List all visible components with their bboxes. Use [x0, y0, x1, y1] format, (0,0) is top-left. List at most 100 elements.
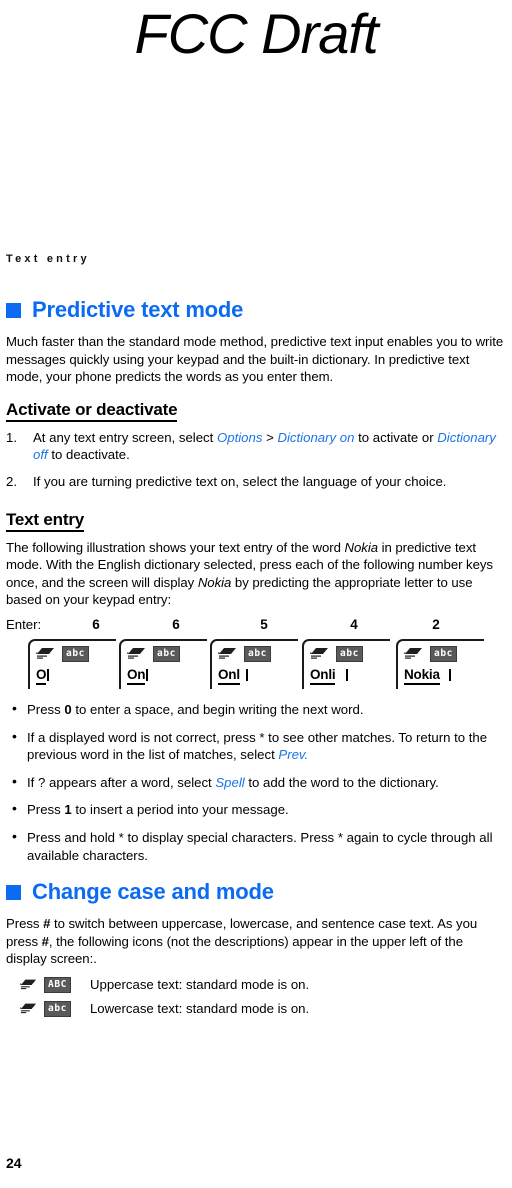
keypress-number: 6	[172, 616, 180, 632]
case-mode-badge: abc	[244, 645, 271, 662]
running-header: Text entry	[6, 253, 90, 265]
predictive-pencil-icon	[310, 647, 329, 660]
square-bullet-icon	[6, 884, 21, 900]
keypress-number: 4	[350, 616, 358, 632]
mode-description: Uppercase text: standard mode is on.	[89, 977, 310, 993]
subsection-activate-or-deactivate: Activate or deactivate 1. At any text ent…	[6, 400, 506, 491]
text-run: to display special characters. Press	[123, 829, 338, 845]
text-run: >	[262, 429, 278, 445]
phone-screen-panel: abc Nokia	[396, 638, 484, 689]
page-content: Text entry Predictive text mode Much fas…	[6, 252, 506, 1024]
mode-legend-row: abc Lowercase text: standard mode is on.	[6, 1000, 506, 1018]
screen-status-icons: abc	[127, 645, 180, 662]
phone-screen-panel: abc Onl	[210, 638, 298, 689]
text-entry-bullet-list: • Press 0 to enter a space, and begin wri…	[6, 699, 506, 864]
case-mode-badge: ABC	[44, 976, 71, 993]
step-number: 2.	[6, 473, 17, 489]
bullet-text: Press 0 to enter a space, and begin writ…	[27, 702, 364, 717]
text-run: to activate or	[354, 429, 438, 445]
ui-label: Spell	[215, 774, 245, 790]
bullet-text: Press and hold * to display special char…	[27, 830, 493, 863]
screen-entered-text: O	[36, 667, 47, 685]
text-run: Press and hold	[27, 829, 119, 845]
keypress-number: 5	[260, 616, 268, 632]
mode-legend-list: ABC Uppercase text: standard mode is on. a…	[6, 976, 506, 1018]
key-label: 0	[64, 701, 72, 717]
bullet-item: • Press 1 to insert a period into your me…	[6, 800, 506, 819]
text-run: to add the word to the dictionary.	[244, 774, 439, 790]
case-mode-badge: abc	[430, 645, 457, 662]
bullet-marker: •	[12, 699, 17, 716]
text-cursor	[46, 668, 49, 681]
change-case-intro-paragraph: Press # to switch between uppercase, low…	[6, 915, 506, 968]
text-run: If ? appears after a word, select	[27, 774, 216, 790]
case-mode-badge: abc	[62, 645, 89, 662]
key-label: 1	[64, 802, 72, 818]
text-run: Press	[27, 701, 65, 717]
activate-steps-list: 1. At any text entry screen, select Optio…	[6, 429, 506, 491]
page-number: 24	[6, 1155, 22, 1171]
predictive-pencil-icon	[404, 647, 423, 660]
text-run: to deactivate.	[47, 447, 130, 463]
text-run: Press	[27, 802, 65, 818]
predictive-intro-paragraph: Much faster than the standard mode metho…	[6, 334, 504, 385]
bullet-marker: •	[12, 772, 17, 789]
bullet-item: • If ? appears after a word, select Spell…	[6, 772, 506, 792]
predictive-pencil-icon	[218, 647, 237, 660]
predictive-pencil-icon	[127, 647, 146, 660]
bullet-text: If a displayed word is not correct, pres…	[27, 730, 487, 763]
section-heading-label: Change case and mode	[32, 879, 274, 905]
section-heading-label: Predictive text mode	[32, 297, 244, 322]
keypress-number: 6	[92, 616, 100, 632]
draft-watermark: FCC Draft	[134, 2, 379, 65]
case-mode-badge: abc	[336, 645, 363, 662]
bullet-item: • Press and hold * to display special cha…	[6, 827, 506, 864]
screen-status-icons: abc	[310, 645, 363, 662]
text-entry-intro-paragraph: The following illustration shows your te…	[6, 539, 506, 609]
bullet-text: Press 1 to insert a period into your mes…	[27, 802, 289, 817]
numbered-step: 1. At any text entry screen, select Optio…	[6, 429, 506, 464]
bullet-item: • Press 0 to enter a space, and begin wri…	[6, 699, 506, 719]
phone-screen-illustration: abc Oabc On abc Onl abc Onli abc Nokia	[6, 638, 506, 692]
standard-mode-pencil-icon	[6, 978, 37, 991]
bullet-item: • If a displayed word is not correct, pre…	[6, 727, 506, 764]
bullet-marker: •	[12, 800, 17, 817]
subheading-activate-or-deactivate: Activate or deactivate	[6, 400, 178, 422]
subsection-text-entry: Text entry The following illustration sh…	[6, 500, 506, 865]
subheading-text-entry: Text entry	[6, 510, 84, 532]
ui-label: Options	[216, 429, 263, 445]
numbered-step: 2. If you are turning predictive text on,…	[6, 473, 506, 491]
text-run: to enter a space, and begin writing the …	[71, 701, 364, 717]
enter-keys-row: Enter: 6 6 5 4 2	[6, 616, 506, 636]
text-run: If a displayed word is not correct, pres…	[27, 729, 260, 745]
bullet-marker: •	[12, 827, 17, 844]
mode-description: Lowercase text: standard mode is on.	[89, 1001, 310, 1017]
square-bullet-icon	[6, 302, 21, 318]
screen-entered-text: Nokia	[404, 667, 440, 685]
bullet-text: If ? appears after a word, select Spell …	[27, 775, 439, 790]
emphasis-text: Nokia	[344, 539, 379, 555]
screen-status-icons: abc	[404, 645, 457, 662]
case-mode-badge: abc	[153, 645, 180, 662]
ui-label: Dictionary on	[277, 429, 355, 445]
phone-screen-panel: abc O	[28, 638, 116, 689]
screen-entered-text: Onl	[218, 667, 240, 685]
phone-screen-panel: abc On	[119, 638, 207, 689]
key-label: #	[41, 933, 49, 949]
bullet-marker: •	[12, 727, 17, 744]
text-cursor	[245, 668, 248, 681]
screen-entered-text: On	[127, 667, 146, 685]
text-run: to insert a period into your message.	[71, 802, 289, 818]
screen-entered-text: Onli	[310, 667, 336, 685]
case-mode-badge: abc	[44, 1000, 71, 1017]
text-cursor	[449, 668, 451, 681]
enter-label: Enter:	[6, 616, 42, 632]
emphasis-text: Nokia	[197, 574, 232, 590]
phone-screen-panel: abc Onli	[302, 638, 390, 689]
text-cursor	[146, 668, 149, 681]
text-run: The following illustration shows your te…	[6, 539, 345, 555]
section-heading-predictive-text-mode: Predictive text mode	[6, 298, 506, 322]
keypress-number: 2	[432, 616, 440, 632]
section-heading-change-case-and-mode: Change case and mode	[6, 880, 506, 904]
standard-mode-pencil-icon	[6, 1002, 37, 1015]
